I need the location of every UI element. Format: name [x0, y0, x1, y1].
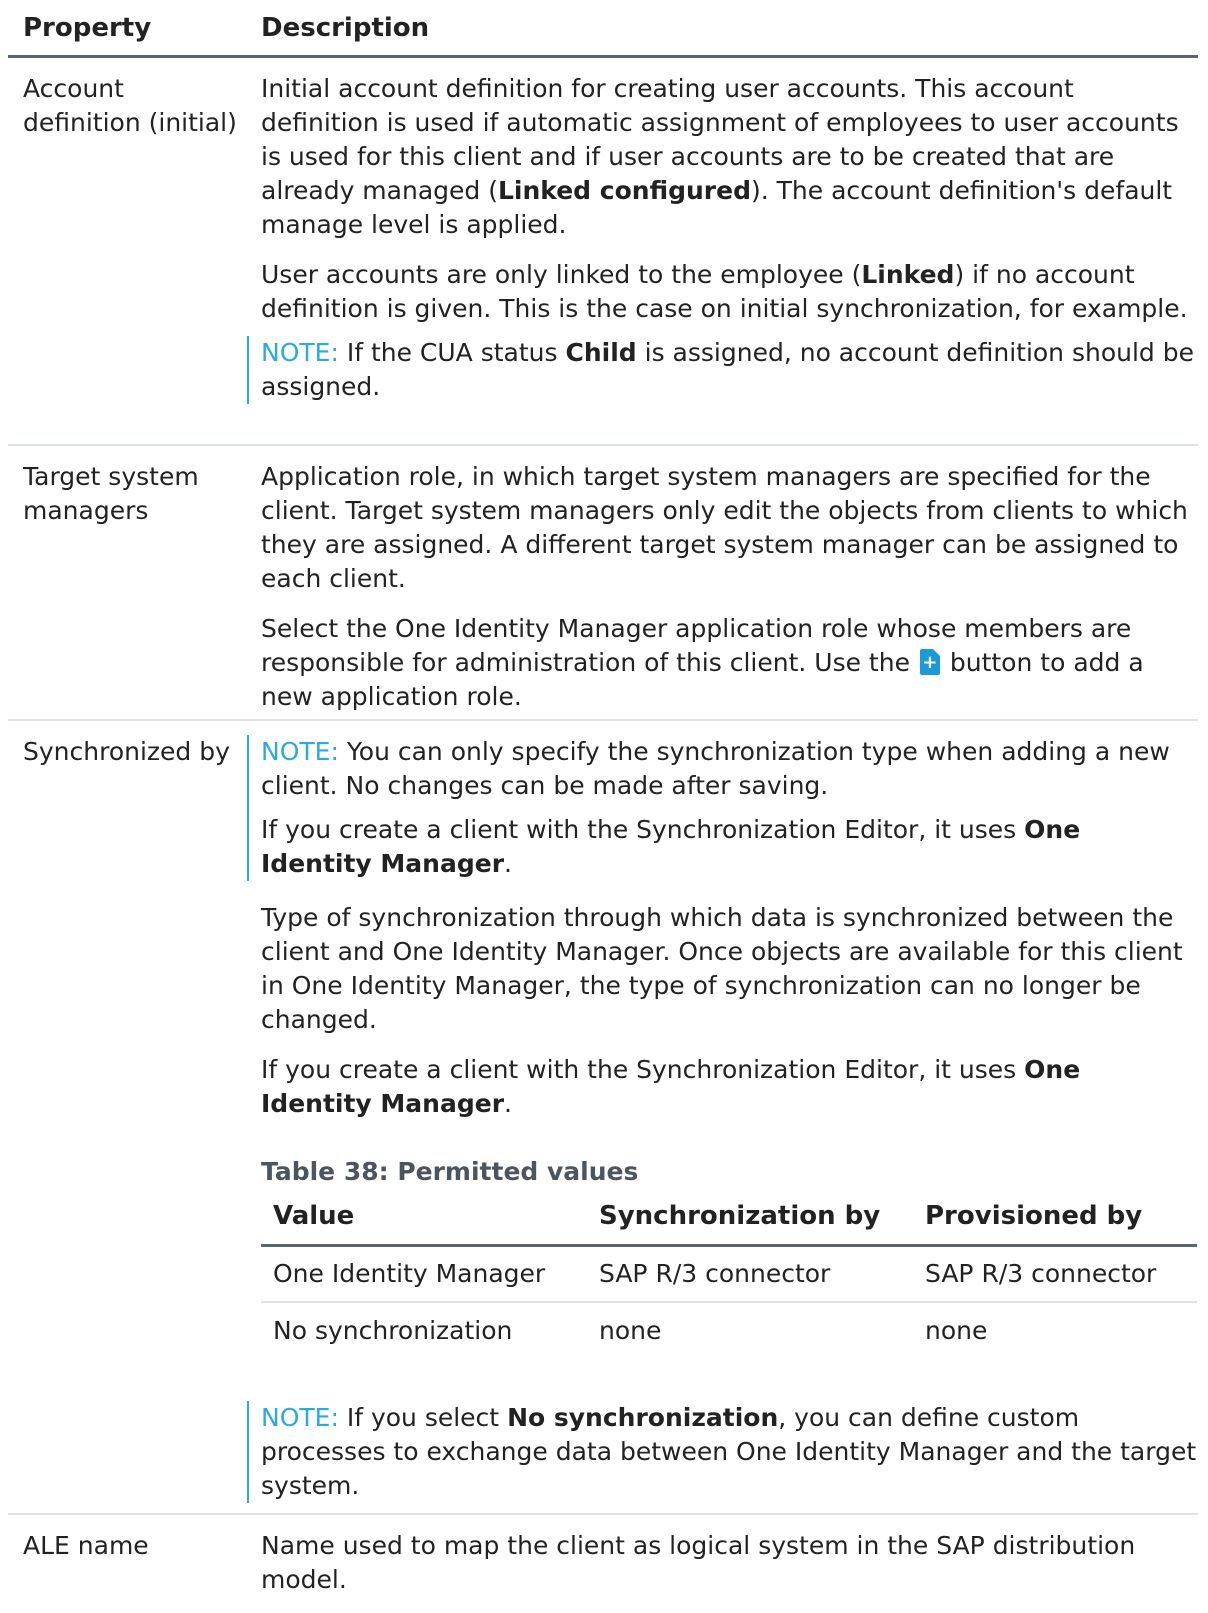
description-paragraph: Name used to map the client as logical s…	[261, 1531, 1136, 1594]
description-paragraph: Application role, in which target system…	[261, 462, 1188, 593]
table-cell: No synchronization	[273, 1316, 513, 1345]
text: If you create a client with the Synchron…	[261, 1055, 1025, 1084]
description-paragraph: Initial account definition for creating …	[261, 72, 1198, 242]
description-paragraph: Select the One Identity Manager applicat…	[261, 612, 1198, 714]
description-paragraph: If you create a client with the Synchron…	[261, 1053, 1198, 1121]
column-header: Provisioned by	[925, 1201, 1143, 1231]
property-description: Initial account definition for creating …	[244, 58, 1198, 444]
column-header: Value	[273, 1201, 355, 1231]
property-description: NOTE: You can only specify the synchroni…	[244, 721, 1198, 1513]
property-table: Property Description Account definition …	[8, 0, 1198, 1613]
property-name: Target system managers	[23, 462, 199, 525]
property-name: ALE name	[23, 1531, 149, 1560]
table-row: ALE name Name used to map the client as …	[8, 1515, 1198, 1613]
table-cell: SAP R/3 connector	[599, 1259, 831, 1288]
table-cell: none	[925, 1316, 988, 1345]
text: You can only specify the synchronization…	[261, 737, 1170, 800]
note-label: NOTE:	[261, 1403, 339, 1432]
table-row: Account definition (initial) Initial acc…	[8, 58, 1198, 446]
subtable-header: Value Synchronization by Provisioned by	[261, 1199, 1197, 1247]
subtable-row: No synchronization none none	[261, 1303, 1197, 1359]
add-document-icon	[919, 649, 940, 675]
subtable-row: One Identity Manager SAP R/3 connector S…	[261, 1247, 1197, 1303]
description-paragraph: User accounts are only linked to the emp…	[261, 258, 1198, 326]
property-description: Application role, in which target system…	[244, 446, 1198, 719]
property-name: Synchronized by	[23, 737, 230, 766]
property-description: Name used to map the client as logical s…	[244, 1515, 1198, 1613]
table-row: Target system managers Application role,…	[8, 446, 1198, 721]
header-property: Property	[23, 13, 152, 43]
note-paragraph: NOTE: You can only specify the synchroni…	[261, 735, 1198, 803]
note-callout: NOTE: If the CUA status Child is assigne…	[247, 336, 1198, 404]
table-header: Property Description	[8, 0, 1198, 58]
note-callout: NOTE: You can only specify the synchroni…	[247, 735, 1198, 881]
bold-term: Child	[565, 338, 637, 367]
note-paragraph: If you create a client with the Synchron…	[261, 813, 1198, 881]
table-caption: Table 38: Permitted values	[261, 1157, 639, 1186]
text: If you select	[338, 1403, 508, 1432]
table-cell: SAP R/3 connector	[925, 1259, 1157, 1288]
text: User accounts are only linked to the emp…	[261, 260, 862, 289]
text: .	[504, 849, 512, 878]
text: If the CUA status	[338, 338, 566, 367]
text: If you create a client with the Synchron…	[261, 815, 1025, 844]
description-paragraph: Type of synchronization through which da…	[261, 903, 1183, 1034]
permitted-values-table: Value Synchronization by Provisioned by …	[261, 1199, 1197, 1359]
bold-term: Linked configured	[497, 176, 751, 205]
bold-term: Linked	[861, 260, 955, 289]
header-description: Description	[261, 13, 430, 43]
note-label: NOTE:	[261, 338, 339, 367]
text: .	[504, 1089, 512, 1118]
table-cell: none	[599, 1316, 662, 1345]
note-label: NOTE:	[261, 737, 339, 766]
bold-term: No synchronization	[507, 1403, 779, 1432]
property-name: Account definition (initial)	[23, 74, 237, 137]
table-row: Synchronized by NOTE: You can only speci…	[8, 721, 1198, 1515]
column-header: Synchronization by	[599, 1201, 881, 1231]
note-callout: NOTE: If you select No synchronization, …	[247, 1401, 1198, 1503]
table-cell: One Identity Manager	[273, 1259, 546, 1288]
